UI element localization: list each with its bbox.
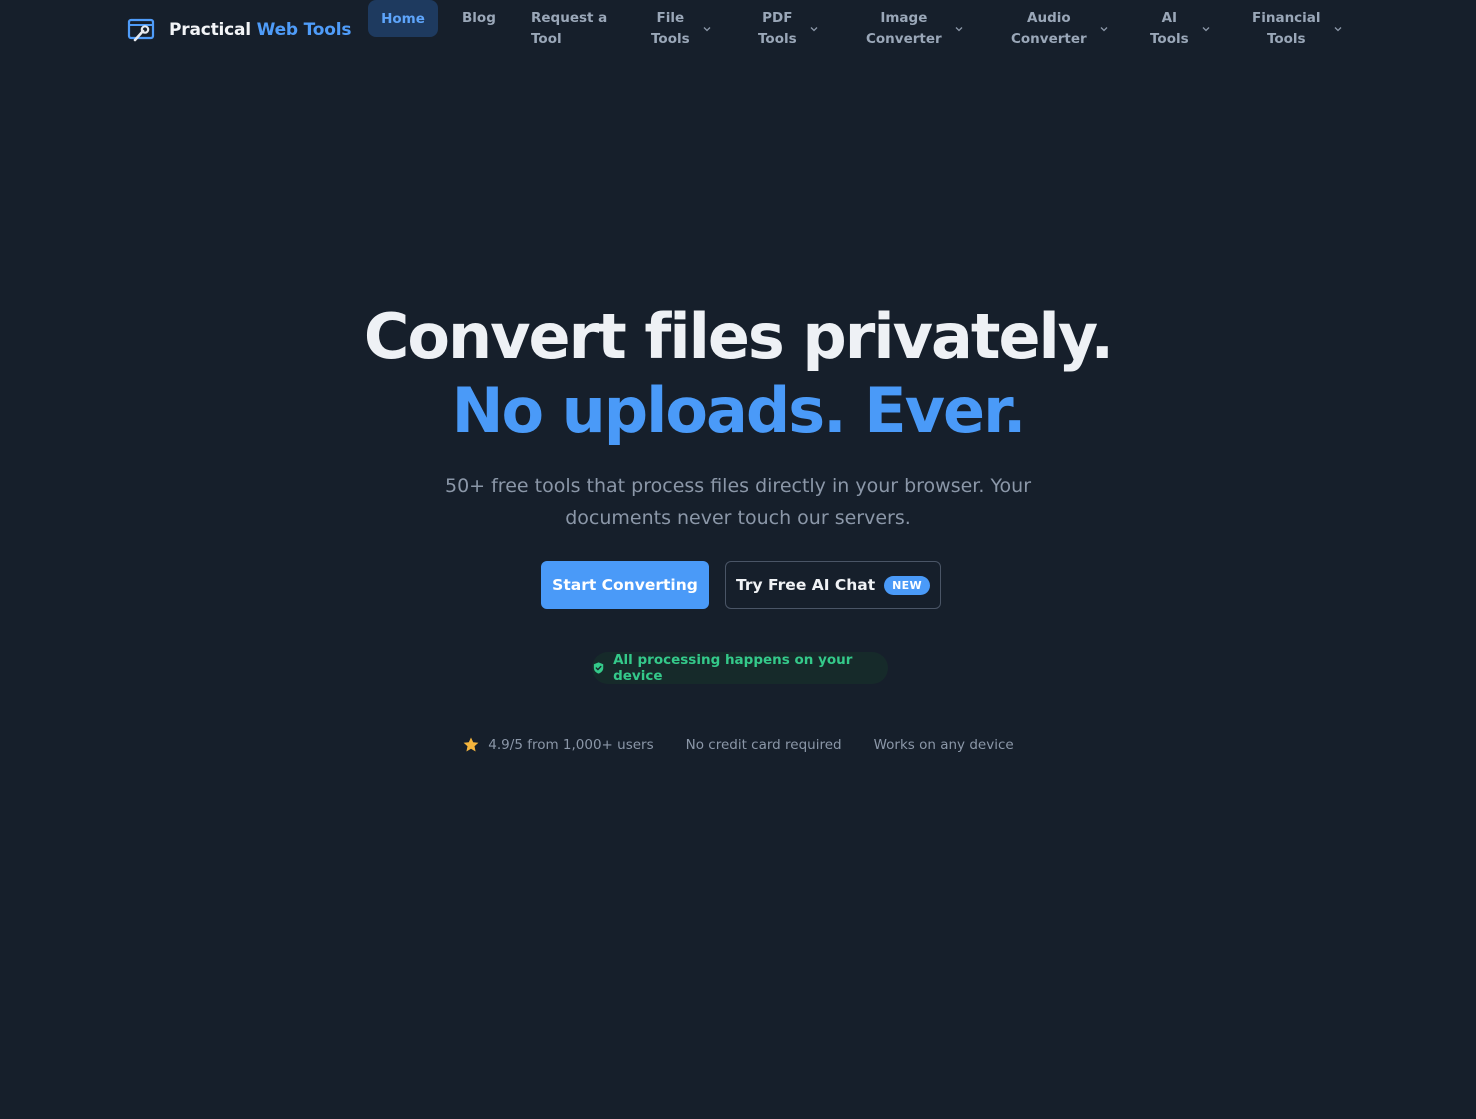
privacy-badge: All processing happens on your device	[592, 652, 888, 684]
nav-request-tool-label: Request a Tool	[531, 10, 608, 47]
chevron-down-icon	[955, 27, 963, 32]
new-badge: NEW	[884, 575, 930, 595]
chevron-down-icon	[810, 27, 818, 32]
brand-logo-link[interactable]: Practical Web Tools	[127, 14, 351, 46]
nav-blog-label: Blog	[462, 10, 496, 26]
hero-section: Convert files privately. No uploads. Eve…	[0, 300, 1476, 534]
nav-file-tools[interactable]: File Tools	[651, 0, 712, 60]
start-converting-button[interactable]: Start Converting	[541, 561, 709, 609]
star-icon	[463, 737, 479, 752]
nav-image-converter-label: Image Converter	[866, 10, 942, 47]
nav-ai-tools-label: AI Tools	[1150, 10, 1189, 47]
top-navigation: Practical Web Tools Home Blog Request a …	[0, 0, 1476, 60]
shield-check-icon	[593, 662, 604, 674]
trust-rating-text: 4.9/5 from 1,000+ users	[488, 737, 654, 753]
trust-no-card: No credit card required	[686, 737, 842, 753]
trust-any-device: Works on any device	[874, 737, 1014, 753]
nav-file-tools-label: File Tools	[651, 10, 690, 47]
brand-name-part1: Practical	[169, 20, 251, 40]
privacy-note: All processing happens on your device	[613, 652, 853, 684]
chevron-down-icon	[1100, 27, 1108, 32]
chevron-down-icon	[703, 27, 711, 32]
nav-request-tool[interactable]: Request a Tool	[531, 0, 607, 60]
nav-audio-converter-label: Audio Converter	[1011, 10, 1087, 47]
hero-headline-line1: Convert files privately.	[363, 300, 1114, 373]
trust-any-device-text: Works on any device	[873, 737, 1014, 753]
nav-home[interactable]: Home	[368, 0, 438, 37]
nav-audio-converter[interactable]: Audio Converter	[1011, 0, 1109, 60]
nav-financial-tools[interactable]: Financial Tools	[1252, 0, 1343, 60]
wrench-window-icon	[127, 18, 155, 42]
trust-rating: 4.9/5 from 1,000+ users	[462, 736, 654, 754]
trust-no-card-text: No credit card required	[685, 737, 842, 753]
nav-ai-tools[interactable]: AI Tools	[1150, 0, 1211, 60]
nav-blog[interactable]: Blog	[462, 0, 496, 60]
trust-indicators: 4.9/5 from 1,000+ users No credit card r…	[0, 734, 1476, 756]
brand-name-part2: Web Tools	[256, 20, 352, 40]
brand-name: Practical Web Tools	[169, 20, 351, 40]
try-ai-chat-label: Try Free AI Chat	[736, 576, 876, 594]
nav-financial-tools-label: Financial Tools	[1252, 10, 1321, 47]
hero-headline-line2: No uploads. Ever.	[451, 374, 1027, 447]
hero-headline: Convert files privately. No uploads. Eve…	[0, 300, 1476, 448]
chevron-down-icon	[1334, 27, 1342, 32]
nav-pdf-tools[interactable]: PDF Tools	[758, 0, 819, 60]
chevron-down-icon	[1202, 27, 1210, 32]
hero-subtitle: 50+ free tools that process files direct…	[444, 475, 1032, 529]
nav-pdf-tools-label: PDF Tools	[758, 10, 797, 47]
nav-image-converter[interactable]: Image Converter	[866, 0, 964, 60]
try-ai-chat-button[interactable]: Try Free AI Chat NEW	[725, 561, 941, 609]
